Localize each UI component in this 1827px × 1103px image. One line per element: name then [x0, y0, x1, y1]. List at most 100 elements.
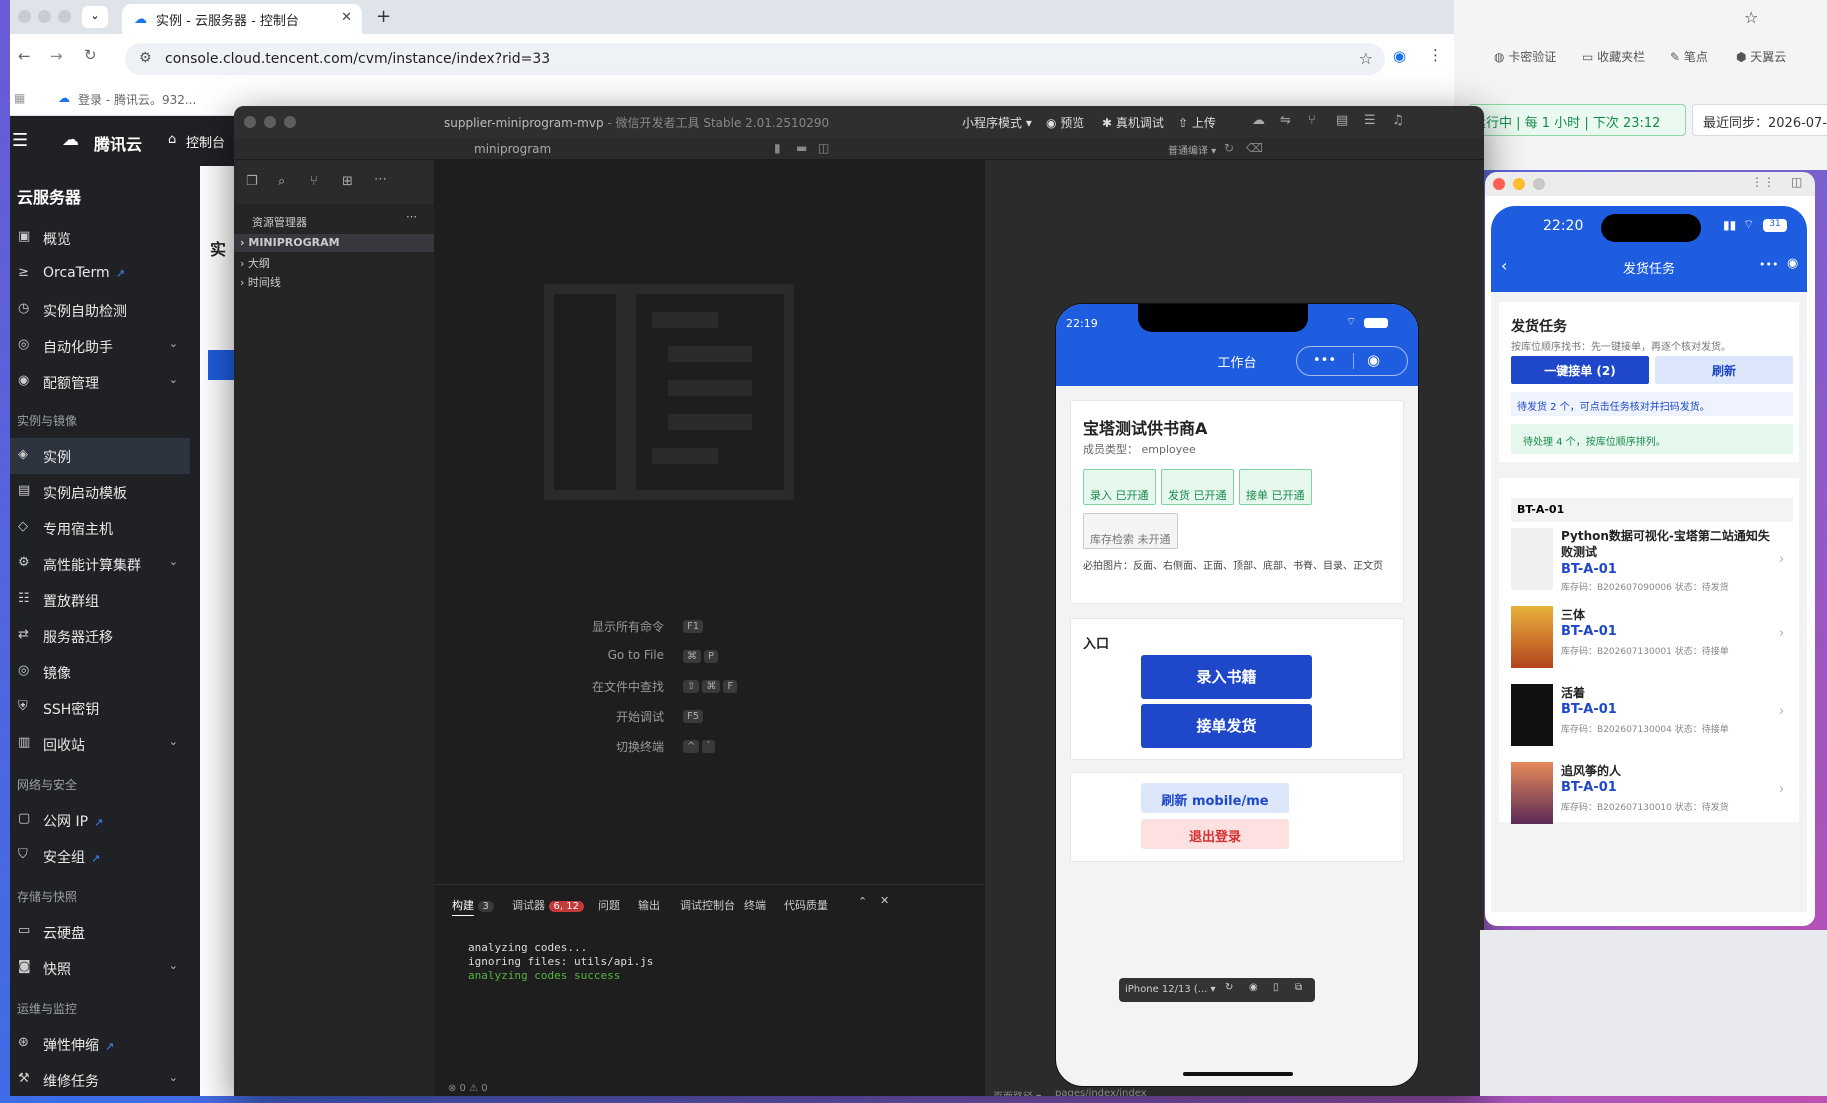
sidebar-item-snapshot[interactable]: ◙ 快照 ⌄ [10, 950, 190, 986]
record-icon[interactable]: ◉ [1249, 982, 1258, 993]
grid-icon[interactable]: ⋮⋮ [1751, 175, 1775, 189]
minimize-window-button[interactable] [1513, 178, 1525, 190]
sidebar-item-quota[interactable]: ◉ 配额管理 ⌄ [10, 364, 190, 400]
console-home-link[interactable]: 控制台 [186, 132, 225, 151]
close-miniprogram-icon[interactable]: ◉ [1787, 256, 1798, 271]
sidebar-item-cloud-disk[interactable]: ▭ 云硬盘 [10, 914, 190, 950]
close-window-button[interactable] [1493, 178, 1505, 190]
menu-kebab-icon[interactable]: ⋮ [1428, 46, 1443, 64]
sidebar-item-ssh-key[interactable]: ⛨ SSH密钥 [10, 690, 190, 726]
reload-icon[interactable]: ↻ [84, 46, 97, 64]
task-row[interactable]: 三体 BT-A-01 库存码：B202607130001 状态：待接单 › [1511, 606, 1791, 680]
more-icon[interactable]: ⋯ [374, 172, 387, 187]
bookmark-link[interactable]: 登录 - 腾讯云。932... [78, 91, 218, 108]
sidebar-item-self-check[interactable]: ◷ 实例自助检测 [10, 292, 190, 328]
device-select[interactable]: iPhone 12/13 (... ▾ [1125, 984, 1216, 995]
cloud-icon[interactable]: ☁ [1252, 113, 1265, 128]
panel-tab-output[interactable]: 输出 [638, 897, 660, 913]
tree-item-outline[interactable]: › 大纲 [234, 253, 434, 271]
browser-tab-active[interactable]: ☁ 实例 - 云服务器 - 控制台 ✕ [122, 4, 362, 34]
popout-icon[interactable]: ⧉ [1295, 982, 1302, 993]
minimize-window-button[interactable] [264, 116, 276, 128]
accept-all-button[interactable]: 一键接单 (2) [1511, 356, 1649, 384]
menu-icon[interactable]: ☰ [1364, 113, 1376, 128]
zoom-window-button[interactable] [1533, 178, 1545, 190]
rotate-icon[interactable]: ↻ [1225, 982, 1233, 993]
mode-select[interactable]: 小程序模式 ▾ [962, 114, 1032, 131]
sidebar-item-instance[interactable]: ◈ 实例 [10, 438, 190, 474]
page-path-select[interactable]: 页面路径 ▾ [993, 1088, 1041, 1096]
sidebar-item-orcaterm[interactable]: ≥ OrcaTerm ↗ [10, 256, 190, 292]
site-info-icon[interactable]: ⚙ [139, 50, 152, 66]
bookmark-folder[interactable]: ▭ 收藏夹栏 [1582, 48, 1645, 65]
collapse-panel-icon[interactable]: ⌃ [858, 895, 867, 908]
extensions-icon[interactable]: ⊞ [342, 174, 353, 189]
minimize-window-button[interactable] [38, 10, 51, 23]
sidebar-item-recycle-bin[interactable]: ▥ 回收站 ⌄ [10, 726, 190, 762]
real-device-debug-button[interactable]: ✱ 真机调试 [1102, 114, 1164, 131]
panel-tab-build[interactable]: 构建 3 [452, 897, 494, 916]
panel-tab-terminal[interactable]: 终端 [744, 897, 766, 913]
back-icon[interactable]: ← [18, 47, 31, 65]
tree-item-timeline[interactable]: › 时间线 [234, 272, 434, 290]
panel-tab-problems[interactable]: 问题 [598, 897, 620, 913]
sidebar-item-hpc-cluster[interactable]: ⚙ 高性能计算集群 ⌄ [10, 546, 190, 582]
refresh-me-button[interactable]: 刷新 mobile/me [1141, 783, 1289, 813]
close-panel-icon[interactable]: ✕ [880, 894, 889, 907]
hamburger-icon[interactable]: ☰ [12, 130, 28, 151]
bookmark-item[interactable]: ✎ 笔点 [1670, 48, 1708, 65]
files-icon[interactable]: ❐ [246, 174, 258, 189]
explorer-more-icon[interactable]: ⋯ [406, 210, 417, 223]
bell-icon[interactable]: ♫ [1392, 113, 1404, 128]
swap-icon[interactable]: ⇋ [1280, 113, 1291, 128]
toggle-sidebar-icon[interactable]: ▮ [774, 141, 781, 155]
star-icon[interactable]: ☆ [1359, 49, 1373, 68]
panel-tab-code-quality[interactable]: 代码质量 [784, 897, 828, 913]
clear-cache-icon[interactable]: ⌫ [1246, 141, 1263, 155]
logout-button[interactable]: 退出登录 [1141, 819, 1289, 849]
sidebar-item-migration[interactable]: ⇄ 服务器迁移 [10, 618, 190, 654]
upload-button[interactable]: ⇧ 上传 [1178, 114, 1216, 131]
sidebar-item-public-ip[interactable]: ▢ 公网 IP ↗ [10, 802, 190, 838]
status-problems[interactable]: ⊗ 0 ⚠ 0 [448, 1083, 488, 1094]
tree-item-miniprogram[interactable]: › MINIPROGRAM [234, 234, 434, 252]
apps-grid-icon[interactable]: ▦ [14, 91, 25, 105]
sidebar-item-launch-template[interactable]: ▤ 实例启动模板 [10, 474, 190, 510]
new-tab-icon[interactable]: + [376, 6, 391, 27]
zoom-window-button[interactable] [284, 116, 296, 128]
refresh-button[interactable]: 刷新 [1655, 356, 1793, 384]
accept-ship-button[interactable]: 接单发货 [1141, 704, 1312, 748]
git-icon[interactable]: ⑂ [310, 174, 318, 189]
close-miniprogram-icon[interactable]: ◉ [1367, 351, 1380, 369]
sidebar-icon[interactable]: ◫ [1791, 175, 1802, 189]
sidebar-item-maintenance[interactable]: ⚒ 维修任务 ⌄ [10, 1062, 190, 1098]
zoom-window-button[interactable] [58, 10, 71, 23]
refresh-icon[interactable]: ↻ [1224, 141, 1234, 155]
sidebar-item-image[interactable]: ◎ 镜像 [10, 654, 190, 690]
preview-button[interactable]: ◉ 预览 [1046, 114, 1084, 131]
device-icon[interactable]: ▯ [1273, 982, 1279, 993]
star-icon[interactable]: ☆ [1744, 8, 1758, 27]
close-window-button[interactable] [18, 10, 31, 23]
layout-icon[interactable]: ▤ [1336, 113, 1348, 128]
more-dots-icon[interactable]: ••• [1759, 258, 1778, 271]
forward-icon[interactable]: → [50, 47, 63, 65]
bookmark-item[interactable]: ◍ 卡密验证 [1494, 48, 1556, 65]
panel-tab-debug-console[interactable]: 调试控制台 [680, 897, 735, 913]
enter-book-button[interactable]: 录入书籍 [1141, 655, 1312, 699]
sidebar-item-automation[interactable]: ◎ 自动化助手 ⌄ [10, 328, 190, 364]
branch-icon[interactable]: ⑂ [1308, 113, 1316, 128]
sidebar-item-security-group[interactable]: ⛉ 安全组 ↗ [10, 838, 190, 874]
panel-tab-debugger[interactable]: 调试器 6, 12 [512, 897, 584, 913]
close-window-button[interactable] [244, 116, 256, 128]
sidebar-item-placement-group[interactable]: ☷ 置放群组 [10, 582, 190, 618]
task-row[interactable]: 追风筝的人 BT-A-01 库存码：B202607130010 状态：待发货 › [1511, 762, 1791, 836]
toggle-panel-icon[interactable]: ▬ [796, 141, 807, 155]
sidebar-item-dedicated-host[interactable]: ◇ 专用宿主机 [10, 510, 190, 546]
task-row[interactable]: 活着 BT-A-01 库存码：B202607130004 状态：待接单 › [1511, 684, 1791, 758]
split-icon[interactable]: ◫ [818, 141, 829, 155]
close-tab-icon[interactable]: ✕ [341, 10, 352, 25]
compile-mode-select[interactable]: 普通编译 ▾ [1168, 142, 1216, 157]
sidebar-item-overview[interactable]: ▣ 概览 [10, 220, 190, 256]
task-row[interactable]: Python数据可视化-宝塔第二站通知失败测试 BT-A-01 库存码：B202… [1511, 528, 1791, 602]
